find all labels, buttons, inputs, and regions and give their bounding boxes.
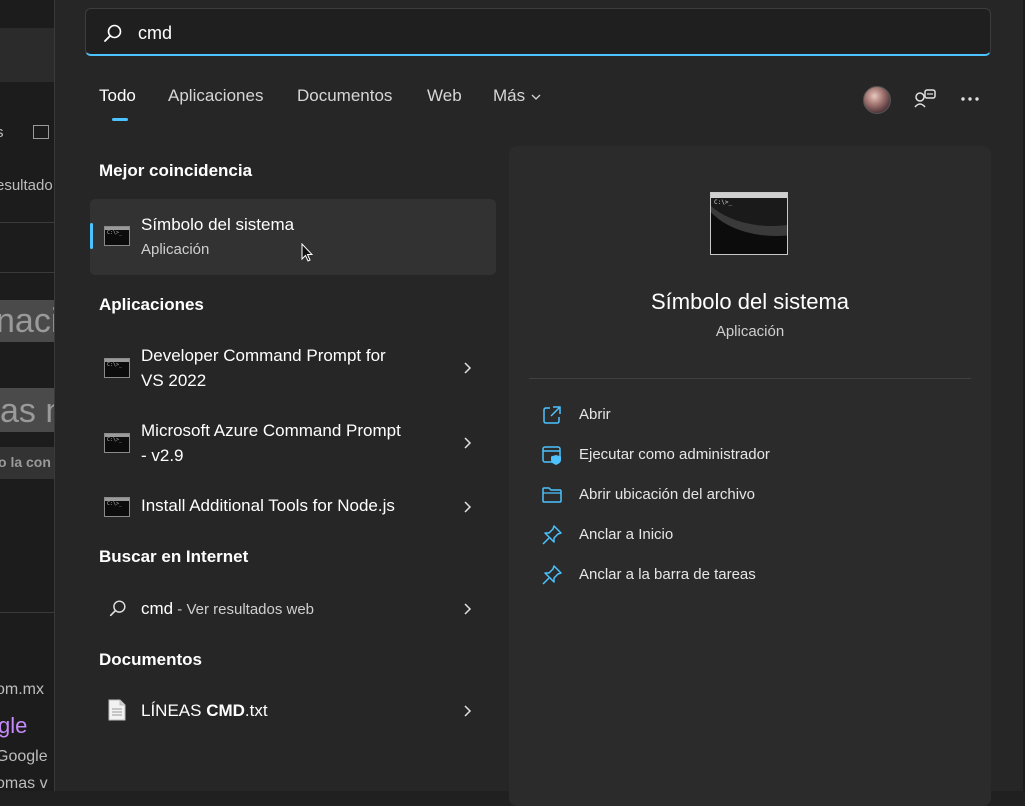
bg-fragment: gle: [0, 713, 28, 738]
bg-fragment: Google: [0, 748, 48, 765]
tab-mas[interactable]: Más: [493, 86, 541, 106]
bg-fragment: naci: [0, 302, 54, 340]
bg-fragment: as n: [0, 392, 54, 430]
active-tab-indicator: [112, 118, 128, 121]
web-search-result[interactable]: cmd - Ver resultados web: [90, 594, 496, 624]
more-options-icon[interactable]: [960, 89, 980, 109]
action-label: Abrir ubicación del archivo: [579, 486, 755, 503]
chevron-down-icon: [531, 94, 541, 100]
action-label: Anclar a Inicio: [579, 526, 674, 543]
search-icon: [104, 24, 122, 42]
folder-icon: [542, 487, 562, 503]
bg-divider: [0, 222, 54, 223]
result-title: Install Additional Tools for Node.js: [141, 496, 395, 515]
mouse-cursor-icon: [301, 243, 313, 262]
search-icon: [109, 600, 126, 617]
preview-title: Símbolo del sistema: [650, 289, 850, 314]
command-prompt-icon: [104, 226, 130, 246]
chevron-right-icon: [464, 362, 472, 374]
action-pin-taskbar[interactable]: Anclar a la barra de tareas: [541, 560, 961, 590]
action-open-file-location[interactable]: Abrir ubicación del archivo: [541, 480, 961, 510]
share-icon[interactable]: [913, 87, 937, 111]
result-title-line1: Developer Command Prompt for: [141, 346, 386, 365]
command-prompt-icon: [104, 358, 130, 378]
avatar[interactable]: [863, 86, 891, 114]
action-label: Anclar a la barra de tareas: [579, 566, 756, 583]
bg-divider: [0, 612, 54, 613]
bg-fragment: esultado: [0, 177, 53, 194]
doc-name-match: CMD: [206, 701, 245, 720]
preview-pane: C:\>_ Símbolo del sistema Aplicación Abr…: [509, 146, 991, 806]
result-title-line2: - v2.9: [141, 446, 184, 465]
app-result[interactable]: Install Additional Tools for Node.js: [90, 490, 496, 524]
best-match-result[interactable]: Símbolo del sistema Aplicación: [90, 199, 496, 275]
doc-name-suffix: .txt: [244, 701, 268, 720]
chevron-right-icon: [464, 437, 472, 449]
result-title-line2: VS 2022: [141, 371, 207, 390]
search-panel: Todo Aplicaciones Documentos Web Más Mej…: [54, 0, 1023, 806]
bg-fragment: o la con: [0, 454, 51, 470]
result-subtitle: Aplicación: [141, 241, 210, 258]
command-prompt-large-icon: C:\>_: [710, 192, 788, 255]
app-result[interactable]: Developer Command Prompt for VS 2022: [90, 342, 496, 394]
app-result[interactable]: Microsoft Azure Command Prompt - v2.9: [90, 417, 496, 469]
section-apps: Aplicaciones: [99, 295, 204, 314]
search-box[interactable]: [85, 8, 991, 56]
pin-icon: [542, 525, 562, 545]
chevron-right-icon: [464, 501, 472, 513]
document-name: LÍNEAS CMD.txt: [141, 698, 268, 723]
icon-titlebar: [711, 193, 787, 198]
action-label: Abrir: [579, 406, 611, 423]
shield-admin-icon: [542, 446, 561, 465]
tab-documentos[interactable]: Documentos: [297, 86, 392, 106]
web-search-text: cmd - Ver resultados web: [141, 596, 314, 622]
text-document-icon: [108, 699, 126, 721]
selection-indicator: [90, 223, 93, 249]
tab-mas-label: Más: [493, 86, 526, 105]
bg-fragment: s: [0, 124, 4, 141]
web-suffix: - Ver resultados web: [173, 601, 315, 618]
action-run-as-admin[interactable]: Ejecutar como administrador: [541, 440, 961, 470]
open-external-icon: [543, 406, 561, 424]
doc-name-prefix: LÍNEAS: [141, 701, 207, 720]
command-prompt-icon: [104, 433, 130, 453]
preview-divider: [529, 378, 971, 379]
background-browser-window: s esultado naci as n o la con om.mx gle …: [0, 0, 54, 791]
news-icon: [33, 125, 49, 139]
chevron-right-icon: [464, 705, 472, 717]
section-documents: Documentos: [99, 650, 202, 669]
web-query: cmd: [141, 599, 174, 618]
pin-icon: [542, 565, 562, 585]
action-open[interactable]: Abrir: [541, 400, 961, 430]
tab-web[interactable]: Web: [427, 86, 462, 106]
tab-aplicaciones[interactable]: Aplicaciones: [168, 86, 263, 106]
section-best-match: Mejor coincidencia: [99, 161, 253, 180]
bg-tab-block: [0, 28, 54, 82]
action-pin-start[interactable]: Anclar a Inicio: [541, 520, 961, 550]
result-title-line1: Microsoft Azure Command Prompt: [141, 421, 401, 440]
bg-divider: [0, 272, 54, 273]
command-prompt-icon: [104, 497, 130, 517]
search-input[interactable]: [136, 19, 840, 47]
icon-prompt-glyph: C:\>_: [714, 199, 733, 206]
bg-fragment: omas v: [0, 775, 48, 791]
action-label: Ejecutar como administrador: [579, 446, 770, 463]
section-web-search: Buscar en Internet: [99, 547, 249, 566]
preview-subtitle: Aplicación: [715, 323, 785, 340]
tab-todo[interactable]: Todo: [99, 86, 136, 106]
bg-fragment: om.mx: [0, 681, 44, 698]
document-result[interactable]: LÍNEAS CMD.txt: [90, 695, 496, 727]
chevron-right-icon: [464, 603, 472, 615]
result-title: Símbolo del sistema: [141, 215, 295, 234]
